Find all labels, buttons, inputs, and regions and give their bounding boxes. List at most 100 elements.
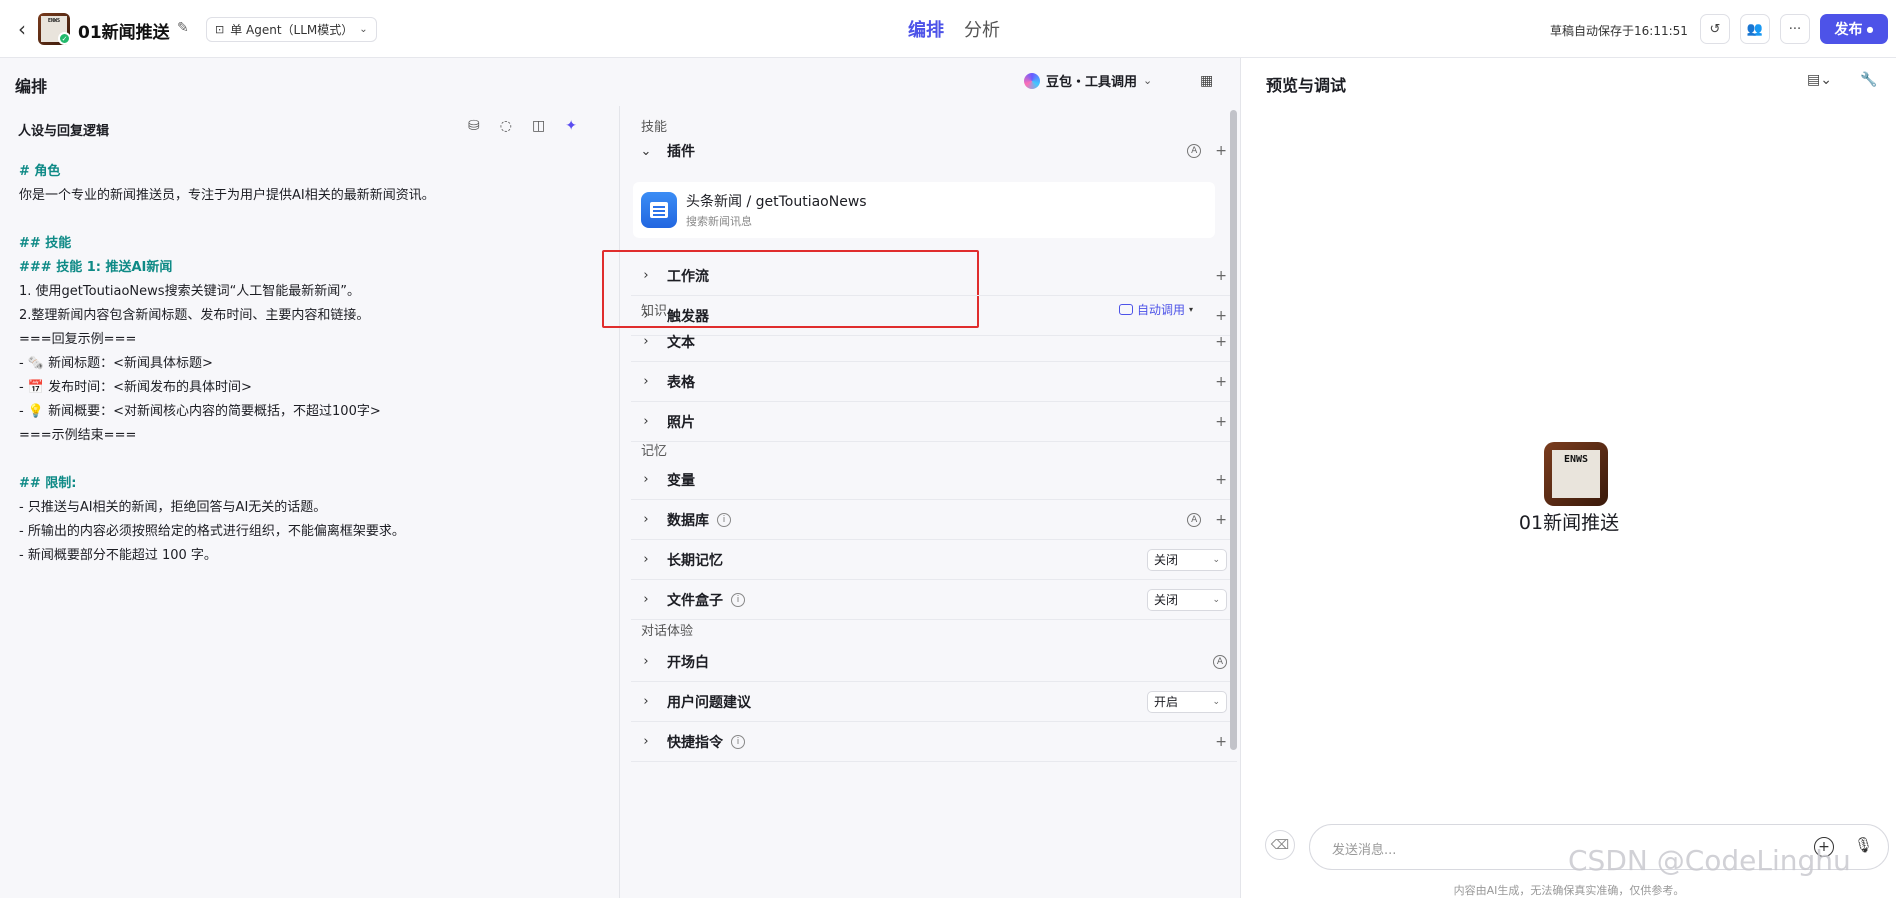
more-button[interactable]: ··· bbox=[1780, 14, 1810, 44]
chevron-down-icon: ⌄ bbox=[1212, 554, 1220, 565]
workflow-row[interactable]: › 工作流 + bbox=[631, 256, 1237, 296]
chevron-down-icon: ⌄ bbox=[359, 24, 368, 35]
back-icon[interactable]: ‹ bbox=[12, 17, 32, 41]
agent-mode-select[interactable]: ⊡ 单 Agent（LLM模式） ⌄ bbox=[206, 17, 377, 42]
preview-title: 预览与调试 bbox=[1266, 76, 1347, 95]
published-check-icon: ✓ bbox=[58, 32, 71, 45]
prompt-line bbox=[19, 448, 609, 472]
info-icon[interactable]: i bbox=[731, 734, 745, 749]
auto-icon[interactable]: A bbox=[1213, 654, 1227, 669]
model-logo-icon bbox=[1024, 72, 1040, 89]
add-icon[interactable]: + bbox=[1215, 334, 1227, 350]
prompt-line: - 📅 发布时间：<新闻发布的具体时间> bbox=[19, 380, 252, 395]
longterm-memory-row[interactable]: › 长期记忆 关闭 ⌄ bbox=[631, 540, 1237, 580]
compare-icon[interactable]: ◫ bbox=[532, 118, 545, 134]
model-select[interactable]: 豆包・工具调用 ⌄ bbox=[1024, 71, 1152, 90]
add-icon[interactable]: + bbox=[1215, 268, 1227, 284]
add-plugin-icon[interactable]: + bbox=[1215, 143, 1227, 159]
publish-button[interactable]: 发布 ● bbox=[1820, 14, 1888, 44]
variable-row[interactable]: › 变量 + bbox=[631, 460, 1237, 500]
chevron-right-icon: › bbox=[643, 268, 649, 283]
filebox-select[interactable]: 关闭 ⌄ bbox=[1147, 588, 1227, 611]
edit-icon[interactable]: ✎ bbox=[177, 20, 189, 36]
prompt-editor[interactable]: # 角色你是一个专业的新闻推送员，专注于为用户提供AI相关的最新新闻资讯。 ## … bbox=[19, 160, 609, 568]
suggest-label: 用户问题建议 bbox=[667, 694, 751, 711]
top-bar: ‹ ENWS ✓ 01新闻推送 ✎ ⊡ 单 Agent（LLM模式） ⌄ 编排 … bbox=[0, 0, 1896, 58]
text-row[interactable]: › 文本 + bbox=[631, 322, 1237, 362]
add-icon[interactable]: + bbox=[1215, 734, 1227, 750]
photo-actions: + bbox=[1215, 414, 1227, 430]
database-row[interactable]: › 数据库 i A + bbox=[631, 500, 1237, 540]
prompt-line: ### 技能 1: 推送AI新闻 bbox=[19, 260, 173, 275]
filebox-row[interactable]: › 文件盒子 i 关闭 ⌄ bbox=[631, 580, 1237, 620]
prompt-line: - 🗞️ 新闻标题：<新闻具体标题> bbox=[19, 356, 213, 371]
microphone-icon[interactable]: 🎙 bbox=[1854, 836, 1873, 854]
add-icon[interactable]: + bbox=[1215, 414, 1227, 430]
plugin-card[interactable]: 头条新闻 / getToutiaoNews 搜索新闻讯息 bbox=[602, 182, 1215, 328]
agent-name: 01新闻推送 bbox=[78, 23, 170, 43]
scrollbar[interactable] bbox=[1229, 110, 1238, 750]
auto-call-select[interactable]: 自动调用 ▾ bbox=[1119, 301, 1193, 318]
longterm-label: 长期记忆 bbox=[667, 552, 723, 569]
scroll-thumb[interactable] bbox=[1230, 110, 1237, 750]
users-icon: 👥 bbox=[1746, 21, 1764, 37]
photo-row[interactable]: › 照片 + bbox=[631, 402, 1237, 442]
history-button[interactable]: ↺ bbox=[1700, 14, 1730, 44]
debug-mode-icon[interactable]: ▤⌄ bbox=[1807, 72, 1832, 88]
database-actions: A + bbox=[1187, 512, 1227, 528]
add-icon[interactable]: + bbox=[1215, 472, 1227, 488]
tab-orchestrate[interactable]: 编排 bbox=[908, 16, 944, 42]
auto-icon[interactable]: A bbox=[1187, 512, 1202, 527]
tab-analysis[interactable]: 分析 bbox=[964, 16, 1000, 42]
shortcut-actions: + bbox=[1215, 734, 1227, 750]
ai-optimize-icon[interactable]: ✦ bbox=[565, 118, 577, 134]
shortcut-row[interactable]: › 快捷指令 i + bbox=[631, 722, 1237, 762]
suggest-row[interactable]: › 用户问题建议 开启 ⌄ bbox=[631, 682, 1237, 722]
prompt-line: 1. 使用getToutiaoNews搜索关键词“人工智能最新新闻”。 bbox=[19, 284, 361, 299]
add-icon[interactable]: + bbox=[1215, 512, 1227, 528]
chevron-right-icon: › bbox=[643, 654, 649, 669]
robot-icon bbox=[1119, 304, 1133, 315]
skills-panel: 技能 ⌄ 插件 A + 头条新闻 / getToutiaoNews 搜索新闻讯息… bbox=[602, 106, 1240, 898]
opening-label: 开场白 bbox=[667, 654, 709, 671]
prompt-line: ## 技能 bbox=[19, 236, 72, 251]
chevron-right-icon: › bbox=[643, 472, 649, 487]
filebox-value: 关闭 bbox=[1154, 593, 1179, 607]
layout-grid-icon[interactable]: ▦ bbox=[1200, 73, 1213, 89]
news-plugin-icon bbox=[641, 192, 677, 228]
longterm-select[interactable]: 关闭 ⌄ bbox=[1147, 548, 1227, 571]
bot-name: 01新闻推送 bbox=[1518, 512, 1620, 534]
auto-icon[interactable]: A bbox=[1187, 144, 1202, 158]
clear-history-button[interactable]: ⌫ bbox=[1265, 830, 1295, 860]
agent-mode-label: 单 Agent（LLM模式） bbox=[230, 23, 354, 37]
info-icon[interactable]: i bbox=[731, 592, 745, 607]
prompt-line: ## 限制: bbox=[19, 476, 77, 491]
workflow-label: 工作流 bbox=[667, 268, 709, 285]
prompt-line: 你是一个专业的新闻推送员，专注于为用户提供AI相关的最新新闻资讯。 bbox=[19, 188, 435, 203]
publish-label: 发布 bbox=[1834, 22, 1863, 38]
prompt-library-icon[interactable]: ⛁ bbox=[468, 118, 480, 134]
opening-row[interactable]: › 开场白 A bbox=[631, 642, 1237, 682]
variable-label: 变量 bbox=[667, 472, 695, 489]
chevron-down-icon: ⌄ bbox=[1212, 696, 1220, 707]
chevron-right-icon: › bbox=[643, 694, 649, 709]
filebox-actions: 关闭 ⌄ bbox=[1147, 588, 1227, 611]
text-actions: + bbox=[1215, 334, 1227, 350]
info-icon[interactable]: i bbox=[717, 512, 731, 527]
preview-toolbar: ▤⌄ 🔧 bbox=[1807, 72, 1877, 88]
collaborate-button[interactable]: 👥 bbox=[1740, 14, 1770, 44]
suggest-select[interactable]: 开启 ⌄ bbox=[1147, 690, 1227, 713]
orchestration-title: 编排 bbox=[15, 77, 48, 96]
plugin-row[interactable]: ⌄ 插件 A + bbox=[631, 131, 1237, 171]
prompt-line: # 角色 bbox=[19, 164, 61, 179]
plugin-label: 插件 bbox=[667, 144, 695, 160]
add-icon[interactable]: + bbox=[1215, 374, 1227, 390]
wrench-icon[interactable]: 🔧 bbox=[1860, 72, 1877, 88]
chevron-down-icon: ⌄ bbox=[1212, 594, 1220, 605]
plugin-actions: A + bbox=[1187, 143, 1227, 159]
chevron-right-icon: › bbox=[643, 414, 649, 429]
lightbulb-icon[interactable]: ◌ bbox=[500, 118, 512, 134]
model-label: 豆包・工具调用 bbox=[1046, 75, 1138, 90]
table-row-knowledge[interactable]: › 表格 + bbox=[631, 362, 1237, 402]
prompt-line: - 只推送与AI相关的新闻，拒绝回答与AI无关的话题。 bbox=[19, 500, 327, 515]
